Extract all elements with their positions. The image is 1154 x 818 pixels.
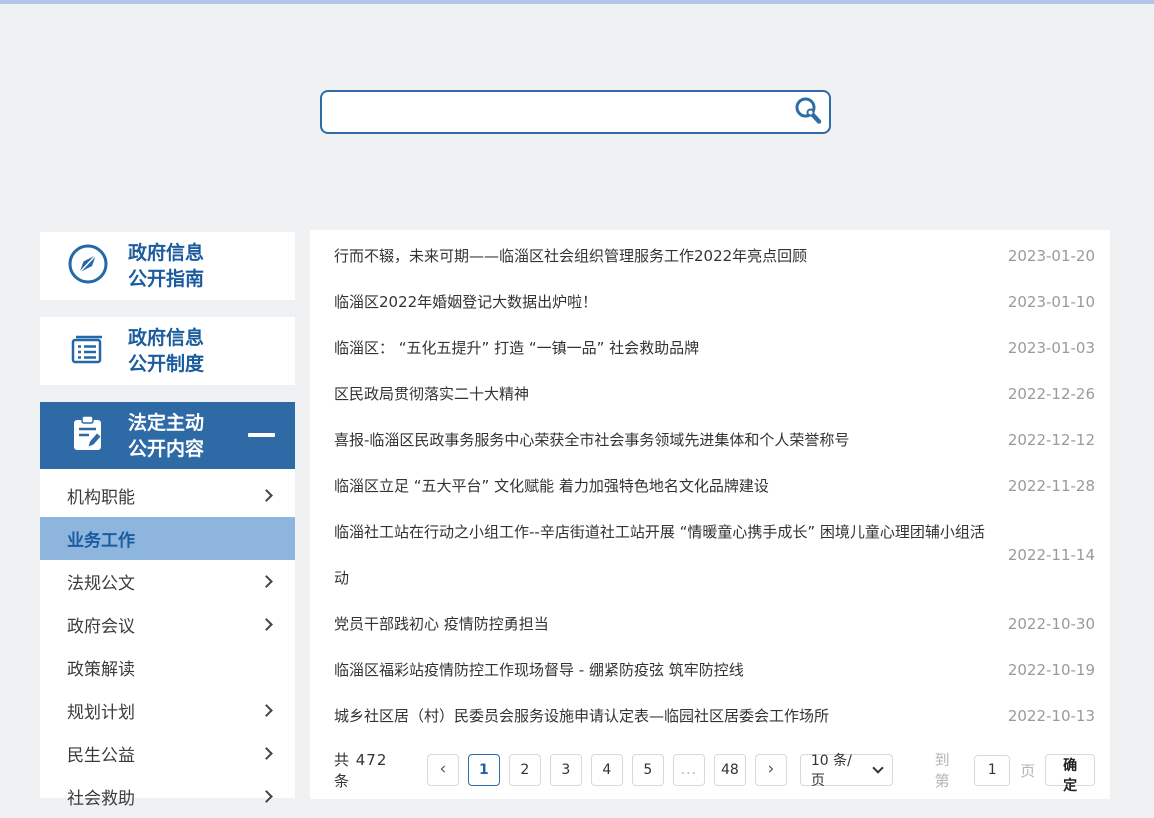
sidebar-submenu-item[interactable]: 法规公文 <box>40 560 295 603</box>
sidebar-item-label: 公开制度 <box>128 353 205 375</box>
sidebar-submenu-item[interactable]: 机构职能 <box>40 474 295 517</box>
goto-page-group: 到第 页 确定 <box>934 749 1095 794</box>
chevron-right-icon <box>260 747 273 760</box>
sidebar-item-label: 政府信息 <box>128 327 205 349</box>
submenu-item-label: 政策解读 <box>67 660 135 680</box>
article-date: 2023-01-03 <box>1007 339 1095 357</box>
chevron-right-icon <box>260 704 273 717</box>
ledger-icon <box>66 327 110 375</box>
article-title-link[interactable]: 临淄区2022年婚姻登记大数据出炉啦！ <box>334 279 988 325</box>
page-size-select[interactable]: 10 条/页 <box>799 753 893 789</box>
goto-page-input[interactable] <box>974 754 1011 786</box>
article-title-link[interactable]: 临淄区福彩站疫情防控工作现场督导 - 绷紧防疫弦 筑牢防控线 <box>334 647 988 693</box>
goto-prefix-label: 到第 <box>934 751 950 790</box>
submenu-item-label: 规划计划 <box>67 703 135 723</box>
page-number-button[interactable]: 5 <box>631 754 664 786</box>
sidebar-submenu-item[interactable]: 政策解读 <box>40 646 295 689</box>
sidebar-item-label: 法定主动 <box>128 411 205 434</box>
article-row: 临淄社工站在行动之小组工作--辛店街道社工站开展 “情暖童心携手成长” 困境儿童… <box>334 509 1095 601</box>
clipboard-pen-icon <box>66 412 110 460</box>
prev-page-button[interactable]: ‹ <box>426 754 459 786</box>
article-date: 2022-11-28 <box>1007 477 1095 495</box>
sidebar-item-system[interactable]: 政府信息 公开制度 <box>40 317 295 385</box>
chevron-right-icon <box>260 489 273 502</box>
article-date: 2022-10-19 <box>1007 661 1095 679</box>
submenu-item-label: 法规公文 <box>67 574 135 594</box>
article-list: 行而不辍，未来可期——临淄区社会组织管理服务工作2022年亮点回顾 2023-01… <box>334 233 1095 739</box>
submenu-item-label: 政府会议 <box>67 617 135 637</box>
article-title-link[interactable]: 党员干部践初心 疫情防控勇担当 <box>334 601 988 647</box>
chevron-right-icon <box>260 575 273 588</box>
article-title-link[interactable]: 临淄区： “五化五提升” 打造 “一镇一品” 社会救助品牌 <box>334 325 988 371</box>
sidebar-item-statutory-disclosure[interactable]: 法定主动 公开内容 <box>40 402 295 469</box>
chevron-right-icon <box>260 790 273 803</box>
article-date: 2022-12-12 <box>1007 431 1095 449</box>
article-date: 2023-01-20 <box>1007 247 1095 265</box>
search-button[interactable] <box>791 95 825 129</box>
collapse-minus-icon[interactable] <box>248 433 275 437</box>
article-row: 行而不辍，未来可期——临淄区社会组织管理服务工作2022年亮点回顾 2023-01… <box>334 233 1095 279</box>
article-row: 城乡社区居（村）民委员会服务设施申请认定表—临园社区居委会工作场所 2022-10… <box>334 693 1095 739</box>
submenu-item-label: 业务工作 <box>67 531 135 551</box>
article-title-link[interactable]: 行而不辍，未来可期——临淄区社会组织管理服务工作2022年亮点回顾 <box>334 233 988 279</box>
chevron-down-icon <box>871 762 884 774</box>
article-date: 2022-10-30 <box>1007 615 1095 633</box>
confirm-button[interactable]: 确定 <box>1045 754 1095 794</box>
sidebar-item-guide[interactable]: 政府信息 公开指南 <box>40 232 295 300</box>
page-number-buttons: 1 2 3 4 5... 48 <box>467 754 755 786</box>
search-bar <box>320 90 831 134</box>
submenu-item-label: 社会救助 <box>67 789 135 809</box>
sidebar-submenu-item[interactable]: 业务工作 <box>40 517 295 560</box>
article-title-link[interactable]: 区民政局贯彻落实二十大精神 <box>334 371 988 417</box>
page-number-button[interactable]: 3 <box>549 754 582 786</box>
article-date: 2022-11-14 <box>1007 546 1095 564</box>
submenu-item-label: 机构职能 <box>67 488 135 508</box>
article-date: 2023-01-10 <box>1007 293 1095 311</box>
article-row: 党员干部践初心 疫情防控勇担当 2022-10-30 <box>334 601 1095 647</box>
sidebar-submenu-item[interactable]: 规划计划 <box>40 689 295 732</box>
next-page-button[interactable]: › <box>754 754 787 786</box>
article-date: 2022-10-13 <box>1007 707 1095 725</box>
sidebar: 政府信息 公开指南 政府信息 公开制度 法定主动 公开内容 机构职能 业务工作 … <box>40 232 295 809</box>
page-number-button[interactable]: 1 <box>467 754 500 786</box>
sidebar-submenu-item[interactable]: 政府会议 <box>40 603 295 646</box>
article-row: 临淄区2022年婚姻登记大数据出炉啦！ 2023-01-10 <box>334 279 1095 325</box>
page-number-button[interactable]: 2 <box>508 754 541 786</box>
compass-icon <box>66 242 110 290</box>
sidebar-submenu: 机构职能业务工作法规公文政府会议政策解读规划计划民生公益社会救助 <box>40 469 295 809</box>
sidebar-item-label: 公开指南 <box>128 268 205 290</box>
total-count-label: 共 472 条 <box>334 751 388 790</box>
page-ellipsis-button[interactable]: ... <box>672 754 705 786</box>
sidebar-submenu-item[interactable]: 社会救助 <box>40 775 295 818</box>
article-row: 临淄区： “五化五提升” 打造 “一镇一品” 社会救助品牌 2023-01-03 <box>334 325 1095 371</box>
article-title-link[interactable]: 临淄社工站在行动之小组工作--辛店街道社工站开展 “情暖童心携手成长” 困境儿童… <box>334 509 988 601</box>
article-title-link[interactable]: 城乡社区居（村）民委员会服务设施申请认定表—临园社区居委会工作场所 <box>334 693 988 739</box>
sidebar-item-label: 公开内容 <box>128 437 205 460</box>
sidebar-item-label: 政府信息 <box>128 242 205 264</box>
submenu-item-label: 民生公益 <box>67 746 135 766</box>
goto-suffix-label: 页 <box>1020 761 1036 780</box>
chevron-right-icon <box>260 618 273 631</box>
content-panel: 行而不辍，未来可期——临淄区社会组织管理服务工作2022年亮点回顾 2023-01… <box>310 230 1110 799</box>
sidebar-submenu-item[interactable]: 民生公益 <box>40 732 295 775</box>
article-title-link[interactable]: 临淄区立足 “五大平台” 文化赋能 着力加强特色地名文化品牌建设 <box>334 463 988 509</box>
article-row: 临淄区福彩站疫情防控工作现场督导 - 绷紧防疫弦 筑牢防控线 2022-10-19 <box>334 647 1095 693</box>
article-row: 临淄区立足 “五大平台” 文化赋能 着力加强特色地名文化品牌建设 2022-11-… <box>334 463 1095 509</box>
search-input[interactable] <box>320 90 831 134</box>
article-title-link[interactable]: 喜报-临淄区民政事务服务中心荣获全市社会事务领域先进集体和个人荣誉称号 <box>334 417 988 463</box>
article-row: 区民政局贯彻落实二十大精神 2022-12-26 <box>334 371 1095 417</box>
page-number-button[interactable]: 4 <box>590 754 623 786</box>
top-accent-strip <box>0 0 1154 4</box>
page-number-button[interactable]: 48 <box>713 754 746 786</box>
article-row: 喜报-临淄区民政事务服务中心荣获全市社会事务领域先进集体和个人荣誉称号 2022-… <box>334 417 1095 463</box>
page-size-value: 10 条/页 <box>810 753 852 789</box>
pagination-bar: 共 472 条 ‹ 12345...48 › 10 条/页 到第 页 确定 <box>334 749 1095 794</box>
article-date: 2022-12-26 <box>1007 385 1095 403</box>
search-icon <box>792 97 824 130</box>
